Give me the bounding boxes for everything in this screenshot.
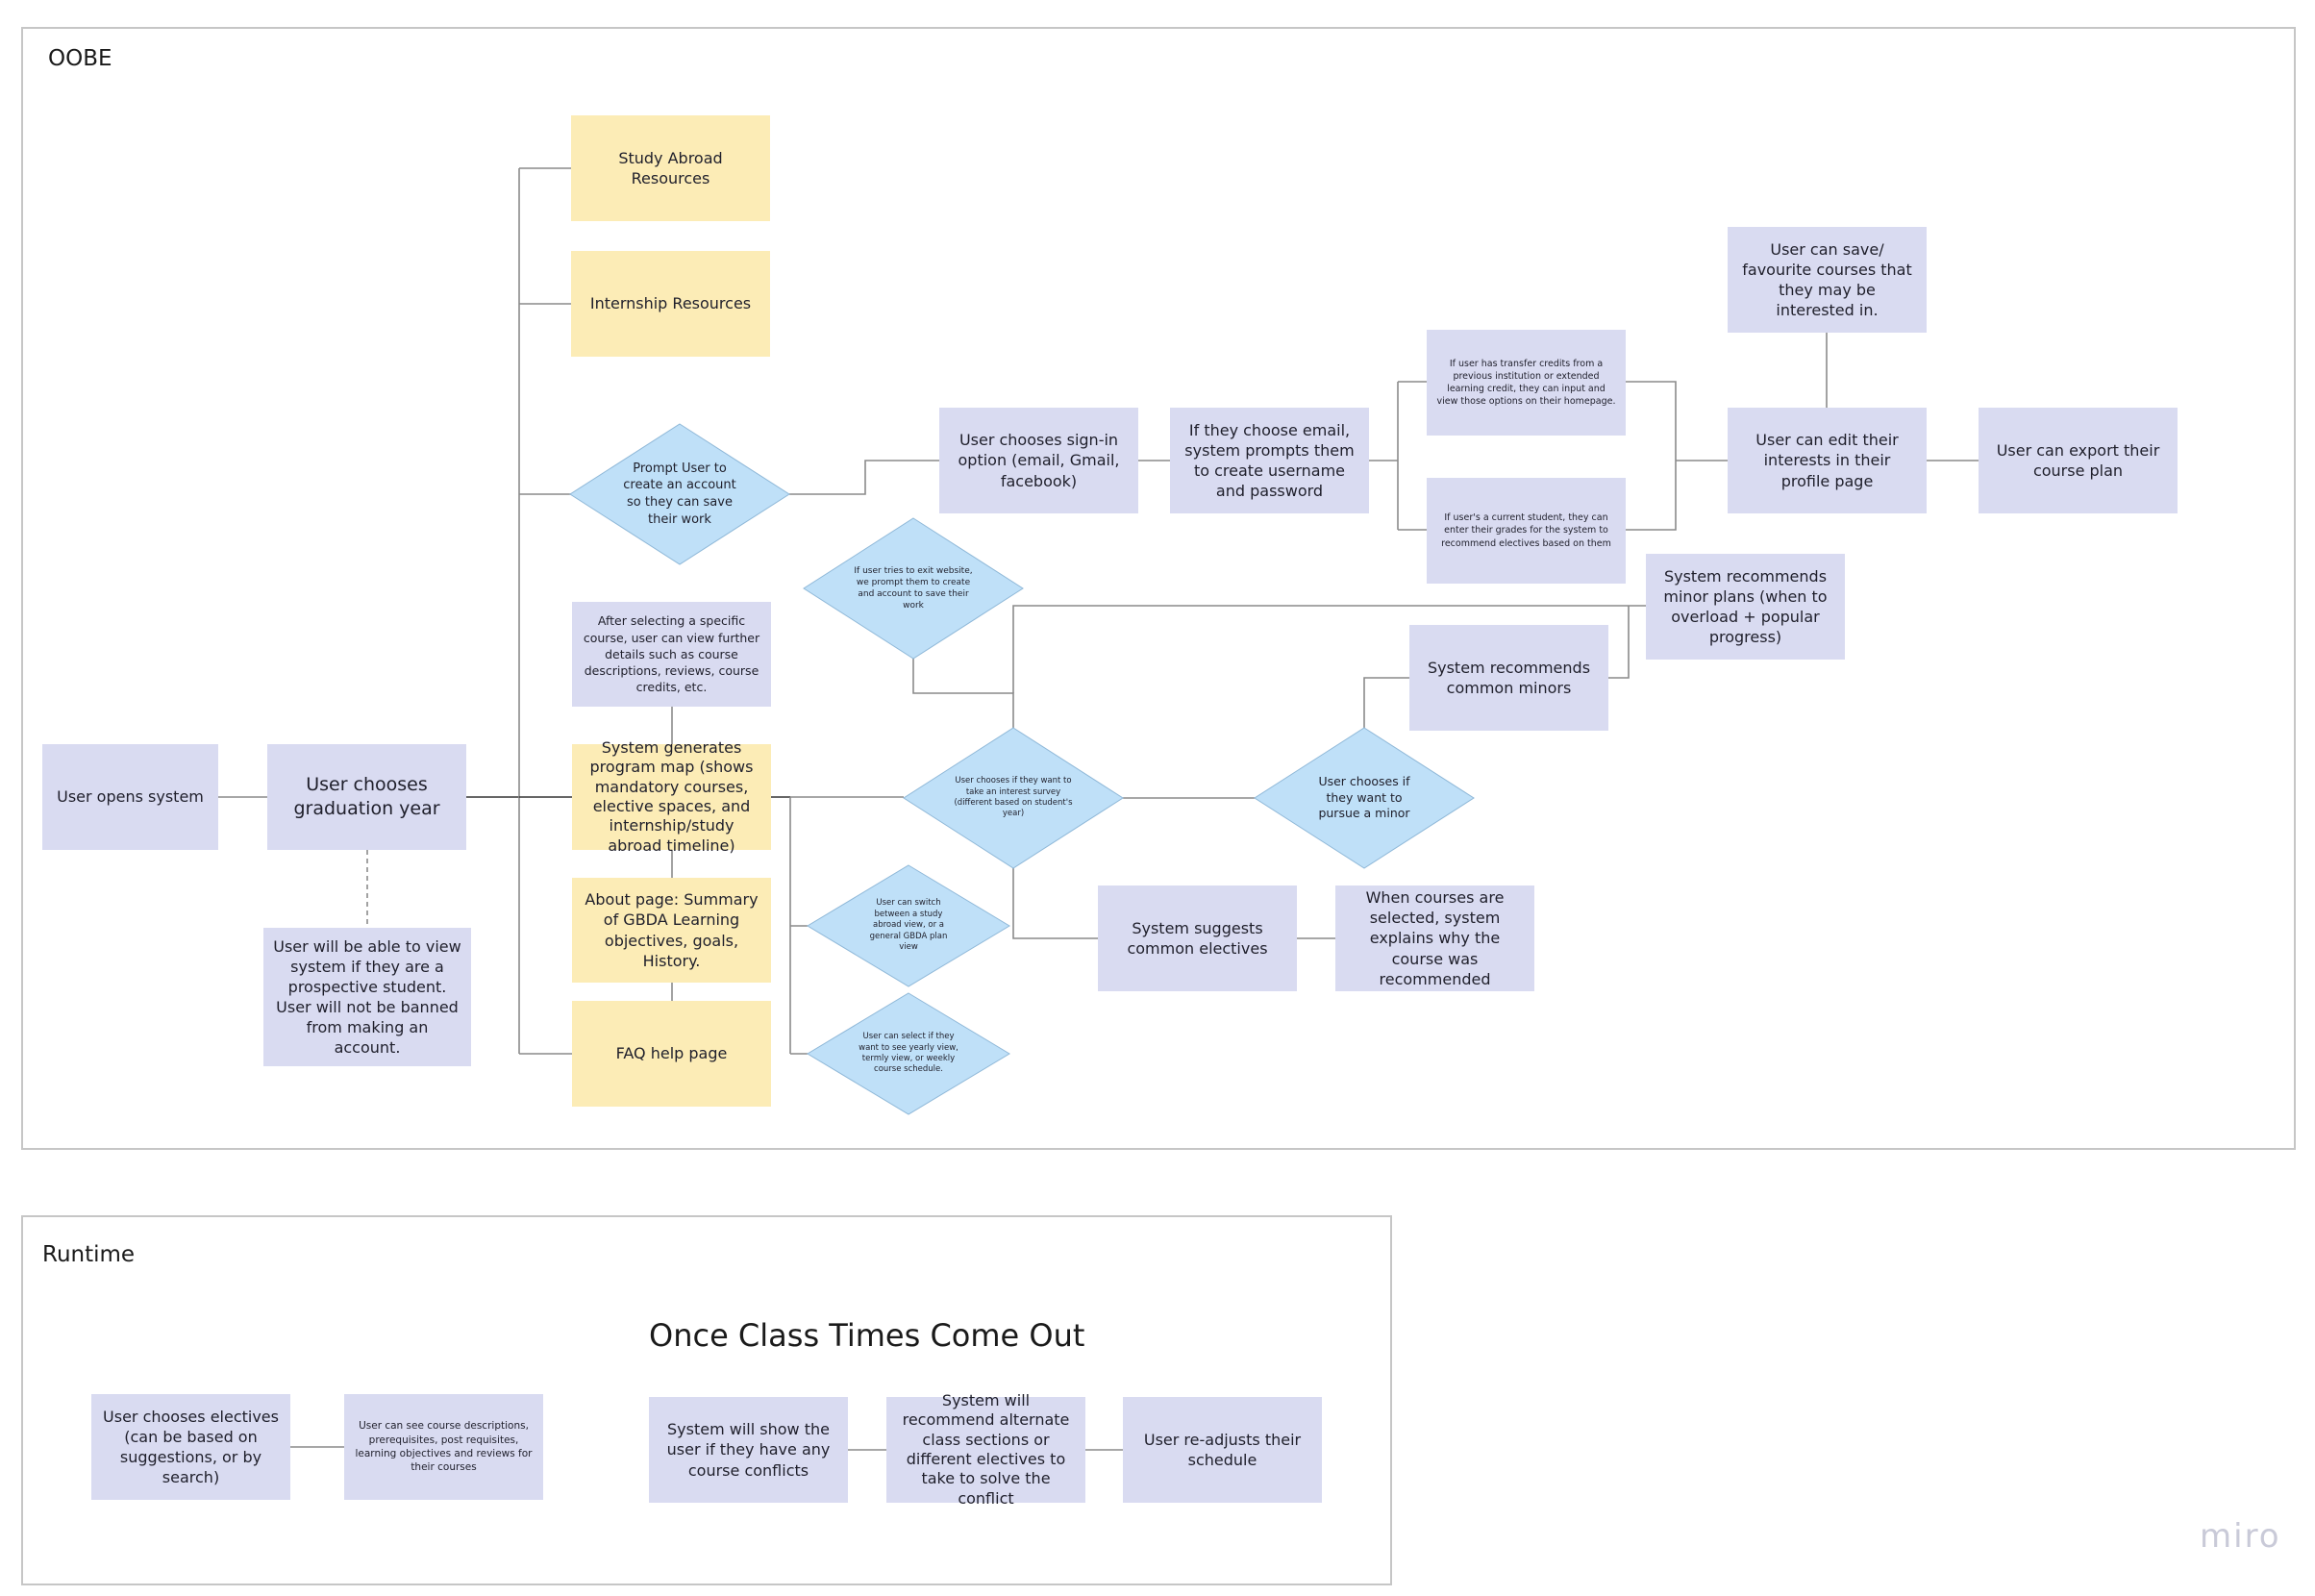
node-explain-recommendation[interactable]: When courses are selected, system explai… xyxy=(1335,885,1534,991)
node-recommend-alternates[interactable]: System will recommend alternate class se… xyxy=(886,1391,1085,1508)
node-prospective-student[interactable]: User will be able to view system if they… xyxy=(263,928,471,1066)
decision-prompt-account[interactable]: Prompt User to create an account so they… xyxy=(569,423,790,565)
decision-label: User can switch between a study abroad v… xyxy=(869,898,948,953)
node-sign-in-option[interactable]: User chooses sign-in option (email, Gmai… xyxy=(939,408,1138,513)
runtime-section-title: Once Class Times Come Out xyxy=(649,1317,1085,1354)
oobe-frame-title: OOBE xyxy=(48,46,112,71)
node-suggest-electives[interactable]: System suggests common electives xyxy=(1098,885,1297,991)
decision-label: If user tries to exit website, we prompt… xyxy=(854,565,973,611)
node-study-abroad[interactable]: Study Abroad Resources xyxy=(571,115,770,221)
node-edit-interests[interactable]: User can edit their interests in their p… xyxy=(1728,408,1927,513)
node-save-favourite[interactable]: User can save/ favourite courses that th… xyxy=(1728,227,1927,333)
decision-interest-survey[interactable]: User chooses if they want to take an int… xyxy=(903,727,1124,869)
node-show-conflicts[interactable]: System will show the user if they have a… xyxy=(649,1397,848,1503)
decision-exit-prompt[interactable]: If user tries to exit website, we prompt… xyxy=(803,517,1024,660)
node-opens-system[interactable]: User opens system xyxy=(42,744,218,850)
node-see-descriptions[interactable]: User can see course descriptions, prereq… xyxy=(344,1394,543,1500)
node-faq-page[interactable]: FAQ help page xyxy=(572,1001,771,1107)
runtime-frame-title: Runtime xyxy=(42,1242,136,1267)
node-transfer-credits[interactable]: If user has transfer credits from a prev… xyxy=(1427,330,1626,436)
decision-label: Prompt User to create an account so they… xyxy=(623,461,736,527)
decision-label: User can select if they want to see year… xyxy=(859,1032,958,1075)
decision-label: User chooses if they want to pursue a mi… xyxy=(1318,773,1410,821)
node-email-prompt[interactable]: If they choose email, system prompts the… xyxy=(1170,408,1369,513)
decision-select-view[interactable]: User can select if they want to see year… xyxy=(807,992,1010,1115)
node-course-details[interactable]: After selecting a specific course, user … xyxy=(572,602,771,707)
node-readjust-schedule[interactable]: User re-adjusts their schedule xyxy=(1123,1397,1322,1503)
node-graduation-year[interactable]: User chooses graduation year xyxy=(267,744,466,850)
decision-pursue-minor[interactable]: User chooses if they want to pursue a mi… xyxy=(1254,727,1475,869)
node-export-plan[interactable]: User can export their course plan xyxy=(1979,408,2178,513)
node-internship[interactable]: Internship Resources xyxy=(571,251,770,357)
node-common-minors[interactable]: System recommends common minors xyxy=(1409,625,1608,731)
node-current-student-grades[interactable]: If user's a current student, they can en… xyxy=(1427,478,1626,584)
node-minor-plans[interactable]: System recommends minor plans (when to o… xyxy=(1646,554,1845,660)
miro-logo: miro xyxy=(2200,1517,2281,1556)
decision-switch-view[interactable]: User can switch between a study abroad v… xyxy=(807,864,1010,987)
node-about-page[interactable]: About page: Summary of GBDA Learning obj… xyxy=(572,878,771,983)
node-program-map[interactable]: System generates program map (shows mand… xyxy=(572,738,771,855)
decision-label: User chooses if they want to take an int… xyxy=(954,776,1073,819)
node-choose-electives[interactable]: User chooses electives (can be based on … xyxy=(91,1394,290,1500)
